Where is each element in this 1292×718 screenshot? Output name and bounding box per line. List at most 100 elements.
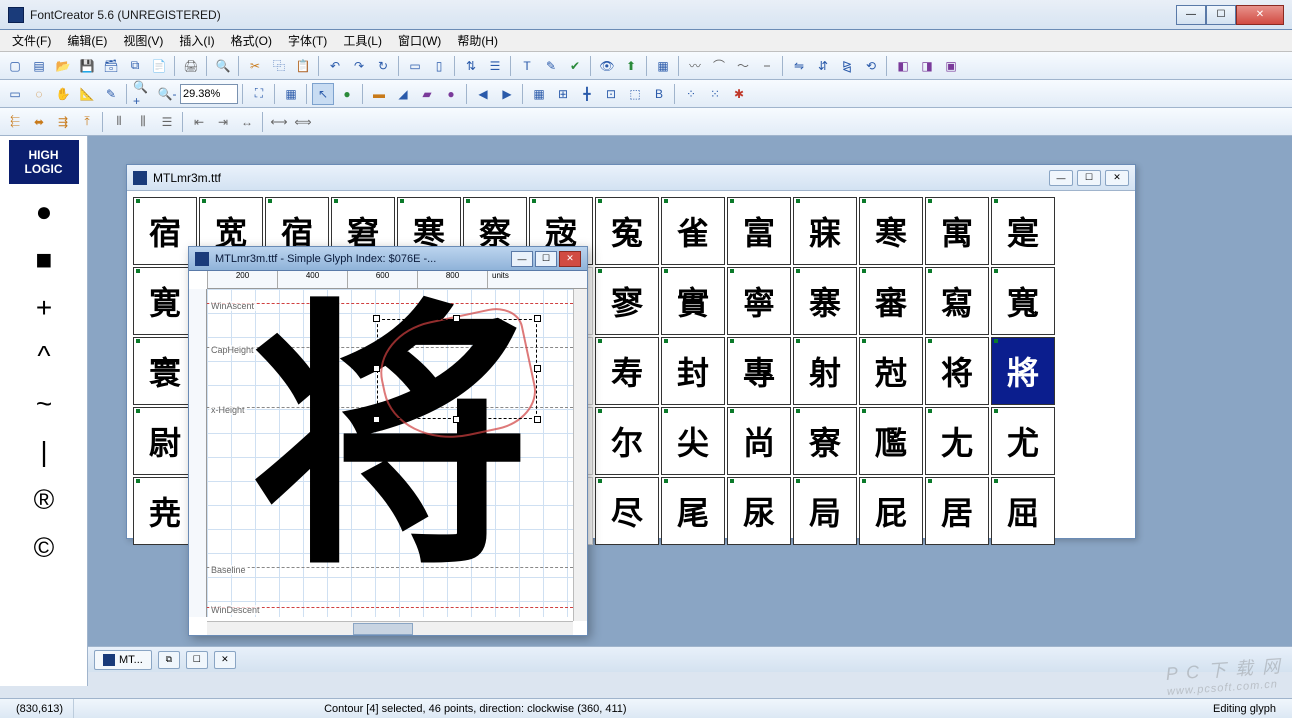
shape1-icon[interactable]: ▬ xyxy=(368,83,390,105)
glyph-editor-close[interactable]: ✕ xyxy=(559,251,581,267)
new-icon[interactable]: ▢ xyxy=(4,55,26,77)
palette-tilde[interactable]: ~ xyxy=(0,380,88,428)
menu-format[interactable]: 格式(O) xyxy=(223,30,280,51)
editor-canvas[interactable]: 200 400 600 800 units WinAscent CapHeigh… xyxy=(189,271,587,635)
rotate-icon[interactable]: ⟲ xyxy=(860,55,882,77)
window2-icon[interactable]: ▯ xyxy=(428,55,450,77)
palette-pipe[interactable]: | xyxy=(0,428,88,476)
lasso-icon[interactable]: ◌ xyxy=(28,83,50,105)
glyph-editor-maximize[interactable]: ☐ xyxy=(535,251,557,267)
glyph-cell[interactable]: 将 xyxy=(925,337,989,405)
glyph-cell[interactable]: 實 xyxy=(661,267,725,335)
glyph-cell[interactable]: 將 xyxy=(991,337,1055,405)
glyph-cell[interactable]: 尤 xyxy=(991,407,1055,475)
taskbar-close[interactable]: ✕ xyxy=(214,651,236,669)
fit-icon[interactable]: ⛶ xyxy=(248,83,270,105)
zoom-input[interactable] xyxy=(180,84,238,104)
glyph-cell[interactable]: 尚 xyxy=(727,407,791,475)
menu-insert[interactable]: 插入(I) xyxy=(171,30,222,51)
glyph-cell[interactable]: 寥 xyxy=(595,267,659,335)
scrollbar-vertical[interactable] xyxy=(573,289,587,621)
new-doc-icon[interactable]: ▤ xyxy=(28,55,50,77)
close-button[interactable]: ✕ xyxy=(1236,5,1284,25)
minimize-button[interactable]: — xyxy=(1176,5,1206,25)
selall-icon[interactable]: ▦ xyxy=(280,83,302,105)
align-l-icon[interactable]: ⬱ xyxy=(4,111,26,133)
repeat-icon[interactable]: ↻ xyxy=(372,55,394,77)
glyph-cell[interactable]: 寧 xyxy=(727,267,791,335)
flip-v-icon[interactable]: ⇵ xyxy=(812,55,834,77)
node-icon[interactable]: ● xyxy=(336,83,358,105)
palette-plus[interactable]: + xyxy=(0,284,88,332)
width1-icon[interactable]: ⟷ xyxy=(268,111,290,133)
selection-bbox[interactable] xyxy=(377,319,537,419)
guides-icon[interactable]: ╋ xyxy=(576,83,598,105)
palette-circle[interactable]: ● xyxy=(0,188,88,236)
zoom-in-icon[interactable]: 🔍+ xyxy=(132,83,154,105)
font-window-maximize[interactable]: ☐ xyxy=(1077,170,1101,186)
list-icon[interactable]: ☰ xyxy=(484,55,506,77)
undo-icon[interactable]: ↶ xyxy=(324,55,346,77)
palette-registered[interactable]: ® xyxy=(0,476,88,524)
curve1-icon[interactable]: 〰 xyxy=(684,55,706,77)
palette-square[interactable]: ■ xyxy=(0,236,88,284)
menu-file[interactable]: 文件(F) xyxy=(4,30,59,51)
grid-icon[interactable]: ▦ xyxy=(528,83,550,105)
menu-tools[interactable]: 工具(L) xyxy=(335,30,390,51)
width2-icon[interactable]: ⟺ xyxy=(292,111,314,133)
bearings-icon[interactable]: B xyxy=(648,83,670,105)
scrollbar-horizontal[interactable] xyxy=(207,621,573,635)
layer1-icon[interactable]: ◧ xyxy=(892,55,914,77)
flip-h-icon[interactable]: ⇋ xyxy=(788,55,810,77)
find-icon[interactable]: 🔍 xyxy=(212,55,234,77)
shape4-icon[interactable]: ● xyxy=(440,83,462,105)
space3-icon[interactable]: ↔ xyxy=(236,111,258,133)
text-icon[interactable]: T xyxy=(516,55,538,77)
glyph-cell[interactable]: 審 xyxy=(859,267,923,335)
shape2-icon[interactable]: ◢ xyxy=(392,83,414,105)
glyph-cell[interactable]: 尢 xyxy=(925,407,989,475)
glyph-cell[interactable]: 居 xyxy=(925,477,989,545)
dist1-icon[interactable]: ⫴ xyxy=(108,111,130,133)
points2-icon[interactable]: ⁙ xyxy=(704,83,726,105)
check-icon[interactable]: ✔ xyxy=(564,55,586,77)
nav-left-icon[interactable]: ◀ xyxy=(472,83,494,105)
layer3-icon[interactable]: ▣ xyxy=(940,55,962,77)
panel-icon[interactable]: ▦ xyxy=(652,55,674,77)
mirror-icon[interactable]: ⧎ xyxy=(836,55,858,77)
taskbar-maximize[interactable]: ☐ xyxy=(186,651,208,669)
curve2-icon[interactable]: ⌒ xyxy=(708,55,730,77)
menu-help[interactable]: 帮助(H) xyxy=(449,30,506,51)
dist2-icon[interactable]: ⫼ xyxy=(132,111,154,133)
glyph-cell[interactable]: 富 xyxy=(727,197,791,265)
glyph-cell[interactable]: 寃 xyxy=(595,197,659,265)
glyph-cell[interactable]: 寒 xyxy=(859,197,923,265)
palette-copyright[interactable]: © xyxy=(0,524,88,572)
pen-icon[interactable]: ✎ xyxy=(100,83,122,105)
glyph-cell[interactable]: 寔 xyxy=(991,197,1055,265)
glyph-cell[interactable]: 寮 xyxy=(793,407,857,475)
cut-icon[interactable]: ✂ xyxy=(244,55,266,77)
taskbar-restore[interactable]: ⧉ xyxy=(158,651,180,669)
glyph-cell[interactable]: 尾 xyxy=(661,477,725,545)
align-r-icon[interactable]: ⇶ xyxy=(52,111,74,133)
copy-icon[interactable]: ⿻ xyxy=(268,55,290,77)
sort-icon[interactable]: ⇅ xyxy=(460,55,482,77)
glyph-cell[interactable]: 射 xyxy=(793,337,857,405)
glyph-cell[interactable]: 雀 xyxy=(661,197,725,265)
install-icon[interactable]: ⬆ xyxy=(620,55,642,77)
taskbar-tab-1[interactable]: MT... xyxy=(94,650,152,670)
glyph-cell[interactable]: 屁 xyxy=(859,477,923,545)
saveall-icon[interactable]: 🗃 xyxy=(100,55,122,77)
layer2-icon[interactable]: ◨ xyxy=(916,55,938,77)
glyph-cell[interactable]: 寐 xyxy=(793,197,857,265)
dist3-icon[interactable]: ☰ xyxy=(156,111,178,133)
glyph-cell[interactable]: 寓 xyxy=(925,197,989,265)
glyph-cell[interactable]: 寬 xyxy=(991,267,1055,335)
glyph-editor-minimize[interactable]: — xyxy=(511,251,533,267)
nav-right-icon[interactable]: ▶ xyxy=(496,83,518,105)
hand-icon[interactable]: ✋ xyxy=(52,83,74,105)
space2-icon[interactable]: ⇥ xyxy=(212,111,234,133)
align-c-icon[interactable]: ⬌ xyxy=(28,111,50,133)
snap-icon[interactable]: ⊡ xyxy=(600,83,622,105)
